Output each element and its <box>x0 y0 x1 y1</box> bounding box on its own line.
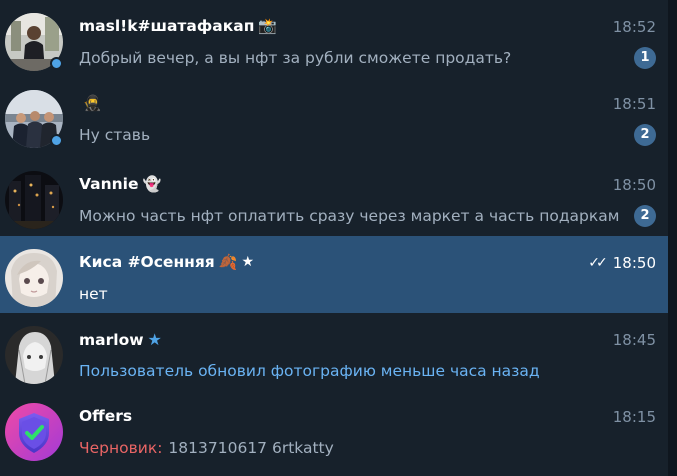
chat-time: 18:45 <box>613 331 656 349</box>
camera-emoji-icon: 📸 <box>258 17 278 35</box>
chat-time-text: 18:15 <box>612 408 656 426</box>
premium-star-icon: ★ <box>147 330 162 349</box>
avatar <box>5 171 63 229</box>
chat-row[interactable]: 🥷 18:51 Ну ставь 2 <box>0 77 668 154</box>
chat-time-text: 18:50 <box>612 176 656 194</box>
chat-preview: Можно часть нфт оплатить сразу через мар… <box>79 207 619 225</box>
chat-name-text: Киса #Осенняя <box>79 253 215 271</box>
chat-time: ✓✓ 18:50 <box>588 254 656 272</box>
chat-preview-service: Пользователь обновил фотографию меньше ч… <box>79 362 540 380</box>
draft-text: 1813710617 6rtkatty <box>168 439 334 457</box>
chat-preview-draft: Черновик: 1813710617 6rtkatty <box>79 439 619 457</box>
chat-name: Киса #Осенняя 🍂 ★ <box>79 253 254 271</box>
unread-badge: 2 <box>634 205 656 227</box>
chat-name: masl!k#шатафакап 📸 <box>79 17 277 35</box>
double-check-icon: ✓✓ <box>588 255 608 271</box>
avatar <box>5 326 63 384</box>
chat-row[interactable]: masl!k#шатафакап 📸 18:52 Добрый вечер, а… <box>0 0 668 77</box>
draft-label: Черновик: <box>79 439 163 457</box>
star-icon: ★ <box>241 254 255 270</box>
chat-list: masl!k#шатафакап 📸 18:52 Добрый вечер, а… <box>0 0 668 476</box>
chat-preview: Ну ставь <box>79 126 151 144</box>
chat-name-text: masl!k#шатафакап <box>79 17 255 35</box>
chat-name-text: Vannie <box>79 175 139 193</box>
avatar <box>5 249 63 307</box>
unread-badge: 2 <box>634 124 656 146</box>
chat-name: marlow ★ <box>79 330 162 349</box>
chat-preview: Добрый вечер, а вы нфт за рубли сможете … <box>79 49 512 67</box>
fallen-leaf-emoji-icon: 🍂 <box>218 253 238 271</box>
online-indicator <box>50 57 63 70</box>
avatar <box>5 403 63 461</box>
chat-time: 18:50 <box>613 176 656 194</box>
online-indicator <box>50 134 63 147</box>
scrollbar-thumb[interactable] <box>670 0 675 476</box>
chat-row[interactable]: marlow ★ 18:45 Пользователь обновил фото… <box>0 313 668 390</box>
chat-time: 18:51 <box>613 95 656 113</box>
chat-name: 🥷 <box>79 94 102 112</box>
chat-time-text: 18:45 <box>612 331 656 349</box>
chat-row[interactable]: Vannie 👻 18:50 Можно часть нфт оплатить … <box>0 158 668 235</box>
chat-row-selected[interactable]: Киса #Осенняя 🍂 ★ ✓✓ 18:50 нет <box>0 236 668 313</box>
chat-time-text: 18:50 <box>612 254 656 272</box>
chat-time-text: 18:51 <box>612 95 656 113</box>
ninja-emoji-icon: 🥷 <box>83 94 102 112</box>
chat-row[interactable]: Offers 18:15 Черновик: 1813710617 6rtkatt… <box>0 390 668 467</box>
chat-time: 18:52 <box>613 18 656 36</box>
chat-preview: нет <box>79 285 108 303</box>
chat-name: Vannie 👻 <box>79 175 161 193</box>
unread-badge: 1 <box>634 47 656 69</box>
chat-time-text: 18:52 <box>612 18 656 36</box>
chat-time: 18:15 <box>613 408 656 426</box>
ghost-emoji-icon: 👻 <box>142 175 162 193</box>
scrollbar[interactable] <box>668 0 677 476</box>
chat-name-text: marlow <box>79 330 144 349</box>
chat-name: Offers <box>79 407 132 425</box>
chat-name-text: Offers <box>79 407 133 425</box>
